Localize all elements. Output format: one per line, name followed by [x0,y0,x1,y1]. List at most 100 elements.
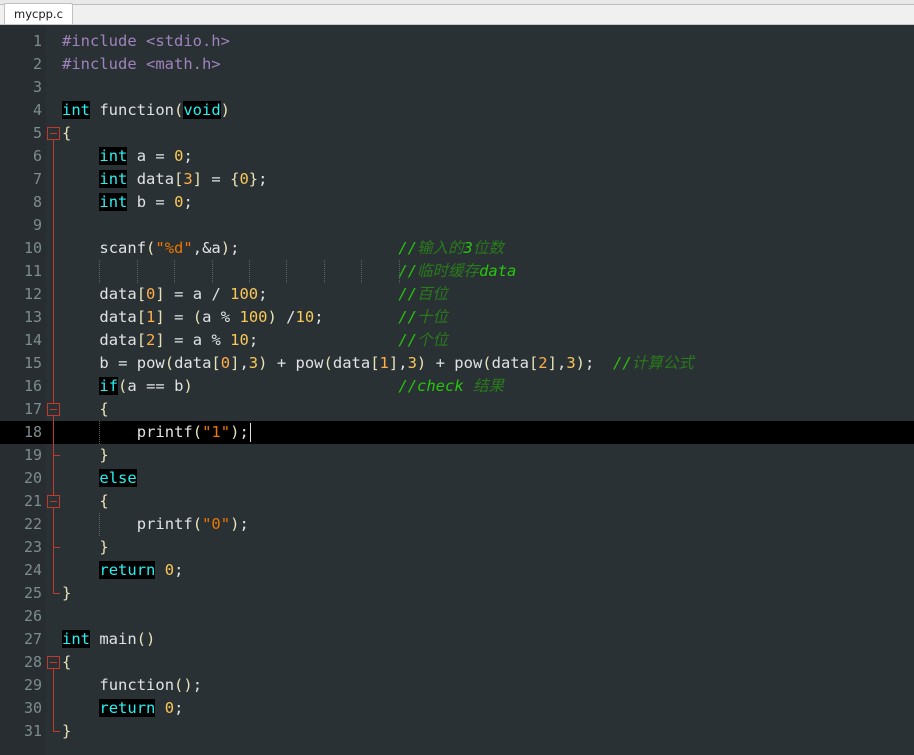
code-line[interactable]: 5{ [0,122,914,145]
code-line[interactable]: 13 data[1] = (a % 100) /10; //十位 [0,306,914,329]
code-line[interactable]: 19 } [0,444,914,467]
line-number: 1 [32,32,42,50]
indent-guide [286,260,288,283]
text-cursor [250,423,251,442]
code-line-text: printf("0"); [136,515,249,533]
fold-range-end-tick [53,731,60,732]
fold-range-end-tick [53,593,60,594]
fold-range-end-tick [53,547,60,548]
code-line[interactable]: 29 function(); [0,674,914,697]
code-line[interactable]: 27 int main() [0,628,914,651]
code-line-text: int b = 0; [99,193,193,211]
code-line[interactable]: 20 else [0,467,914,490]
indent-guide [99,421,101,444]
fold-toggle-icon[interactable] [47,127,60,140]
code-line-text: #include <math.h> [62,55,221,73]
line-number: 13 [23,308,42,326]
code-line-text: int function(void) [62,101,231,119]
code-line-text: int data[3] = {0}; [99,170,268,188]
code-line[interactable]: 3 [0,76,914,99]
code-line[interactable]: 2 #include <math.h> [0,53,914,76]
fold-toggle-icon[interactable] [47,495,60,508]
code-line-text: int main() [62,630,156,648]
code-line[interactable]: 17 { [0,398,914,421]
code-line[interactable]: 1 #include <stdio.h> [0,30,914,53]
code-line-text: else [99,469,137,487]
code-line[interactable]: 14 data[2] = a % 10; //个位 [0,329,914,352]
code-line-text: { [99,400,109,418]
code-line[interactable]: 21 { [0,490,914,513]
code-line-text: { [62,653,72,671]
indent-guide [99,513,101,536]
code-line-text: int a = 0; [99,147,193,165]
fold-toggle-icon[interactable] [47,656,60,669]
code-line-text: scanf("%d",&a); //输入的3位数 [99,239,504,257]
fold-toggle-icon[interactable] [47,403,60,416]
code-text-area[interactable]: 1 #include <stdio.h> 2 #include <math.h> 3 4 i… [0,25,914,755]
code-line[interactable]: 18 printf("1"); [0,421,914,444]
code-line[interactable]: 15 b = pow(data[0],3) + pow(data[1],3) +… [0,352,914,375]
indent-guide [211,260,213,283]
code-line[interactable]: 8 int b = 0; [0,191,914,214]
line-number: 9 [32,216,42,234]
code-editor[interactable]: 1 #include <stdio.h> 2 #include <math.h> 3 4 i… [0,25,914,755]
line-number: 29 [23,676,42,694]
line-number: 28 [23,653,42,671]
code-line[interactable]: 16 if(a == b) //check 结果 [0,375,914,398]
code-line-text: data[2] = a % 10; //个位 [99,331,448,349]
tab-mycpp-c[interactable]: mycpp.c [4,3,73,24]
code-line-text: if(a == b) //check 结果 [99,377,505,395]
code-line[interactable]: 6 int a = 0; [0,145,914,168]
code-line[interactable]: 10 scanf("%d",&a); //输入的3位数 [0,237,914,260]
code-line-text: printf("1"); [136,423,249,441]
line-number: 3 [32,78,42,96]
line-number: 18 [23,423,42,441]
code-line[interactable]: 4 int function(void) [0,99,914,122]
line-number: 23 [23,538,42,556]
line-number: 2 [32,55,42,73]
code-line[interactable]: 9 [0,214,914,237]
code-line-text: { [62,124,72,142]
code-line-text: } [62,584,72,602]
fold-range-line [53,416,54,455]
code-line-text: { [99,492,109,510]
code-line-text: //临时缓存data [398,262,517,280]
line-number: 8 [32,193,42,211]
tab-label: mycpp.c [14,7,63,21]
code-line-text: #include <stdio.h> [62,32,230,50]
code-line[interactable]: 7 int data[3] = {0}; [0,168,914,191]
line-number: 24 [23,561,42,579]
code-line[interactable]: 12 data[0] = a / 100; //百位 [0,283,914,306]
indent-guide [136,260,138,283]
fold-range-line [53,669,54,731]
code-line-text: data[0] = a / 100; //百位 [99,285,448,303]
code-line[interactable]: 24 return 0; [0,559,914,582]
line-number: 11 [23,262,42,280]
code-line[interactable]: 11 //临时缓存data [0,260,914,283]
line-number: 14 [23,331,42,349]
line-number: 30 [23,699,42,717]
line-number: 19 [23,446,42,464]
line-number: 12 [23,285,42,303]
code-line[interactable]: 28 { [0,651,914,674]
code-line-text: b = pow(data[0],3) + pow(data[1],3) + po… [99,354,694,372]
line-number: 20 [23,469,42,487]
code-line[interactable]: 30 return 0; [0,697,914,720]
code-line-text: function(); [99,676,203,694]
line-number: 15 [23,354,42,372]
code-line[interactable]: 31} [0,720,914,743]
line-number: 31 [23,722,42,740]
line-number: 4 [32,101,42,119]
line-number: 27 [23,630,42,648]
code-line-text: } [62,722,72,740]
code-line-text: data[1] = (a % 100) /10; //十位 [99,308,448,326]
code-line-text: return 0; [99,561,184,579]
line-number: 5 [32,124,42,142]
indent-guide [361,260,363,283]
indent-guide [174,260,176,283]
code-line[interactable]: 26 [0,605,914,628]
line-number: 10 [23,239,42,257]
code-line[interactable]: 25} [0,582,914,605]
code-line[interactable]: 22 printf("0"); [0,513,914,536]
code-line[interactable]: 23 } [0,536,914,559]
